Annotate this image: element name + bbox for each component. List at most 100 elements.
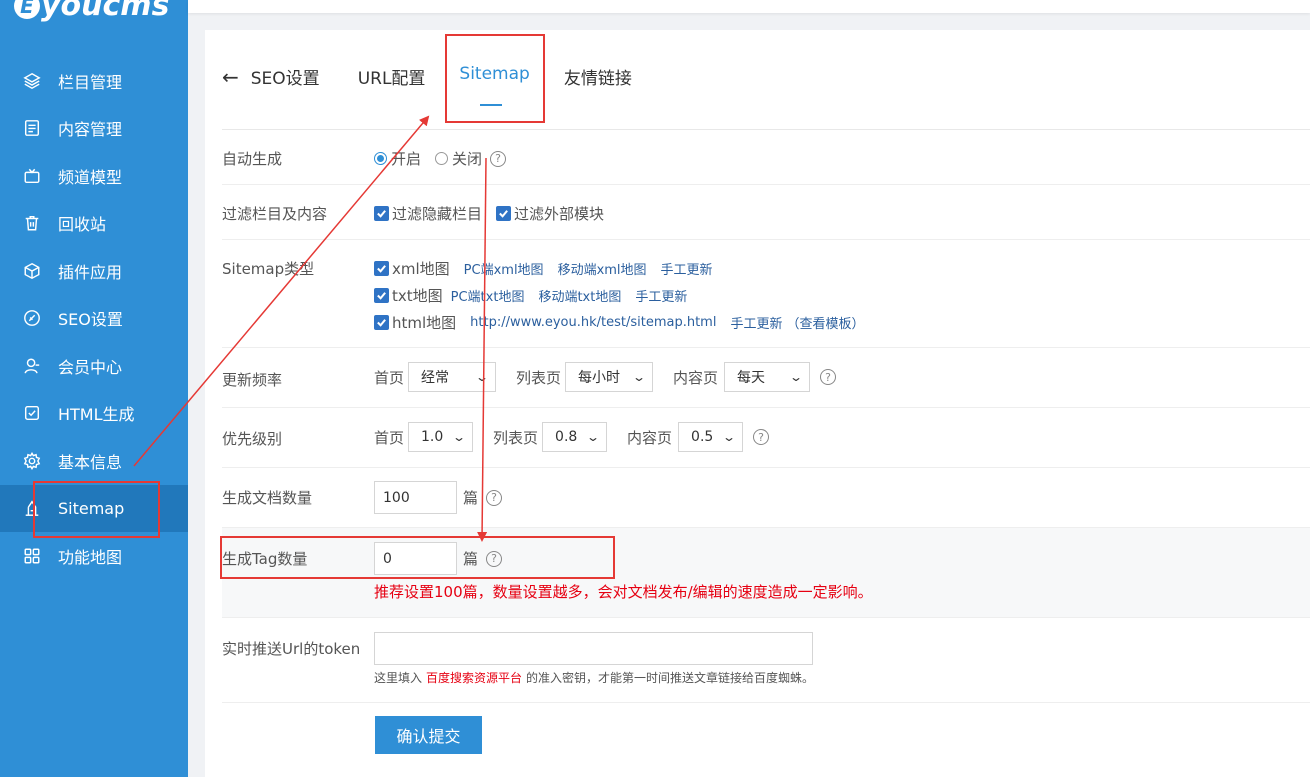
trash-icon <box>22 213 42 233</box>
priority-field: 首页 1.0 ⌄ 列表页 0.8 ⌄ 内容页 0.5 ⌄ ? <box>374 422 770 452</box>
layers-icon <box>22 71 42 91</box>
tab-url-config[interactable]: URL配置 <box>358 64 426 89</box>
link-pc-txt[interactable]: PC端txt地图 <box>451 286 525 305</box>
doc-count-field: 100 篇 ? <box>374 481 503 514</box>
tag-count-input[interactable]: 0 <box>374 542 457 575</box>
chevron-down-icon: ⌄ <box>585 430 601 444</box>
freq-home-label: 首页 <box>374 368 405 387</box>
link-pc-xml[interactable]: PC端xml地图 <box>464 259 544 278</box>
sitemap-xml-field: xml地图 PC端xml地图 移动端xml地图 手工更新 <box>374 258 713 279</box>
tab-sitemap[interactable]: Sitemap <box>459 64 530 106</box>
logo-mark: E <box>14 0 40 19</box>
tab-friend-links[interactable]: 友情链接 <box>564 64 632 89</box>
chevron-down-icon: ⌄ <box>451 430 467 444</box>
tag-count-unit: 篇 <box>463 550 479 568</box>
row-doc-count: 生成文档数量 100 篇 ? <box>222 468 1310 528</box>
prio-home-select[interactable]: 1.0 ⌄ <box>408 422 474 452</box>
freq-list-value: 每小时 <box>578 370 621 386</box>
prio-list-value: 0.8 <box>555 429 578 445</box>
sidebar: Eyoucms 栏目管理 内容管理 频道模型 回收站 插件应用 SEO设置 会员… <box>0 0 188 777</box>
sidebar-item-member[interactable]: 会员中心 <box>0 342 188 390</box>
sidebar-item-channel-model[interactable]: 频道模型 <box>0 152 188 200</box>
link-manual-update-txt[interactable]: 手工更新 <box>635 286 687 305</box>
top-bar <box>188 0 1310 13</box>
checkbox-html[interactable] <box>374 315 389 330</box>
radio-on[interactable] <box>374 152 387 165</box>
help-icon[interactable]: ? <box>486 489 503 506</box>
filter-field: 过滤隐藏栏目 过滤外部模块 <box>374 203 604 224</box>
link-mobile-txt[interactable]: 移动端txt地图 <box>538 286 621 305</box>
sidebar-item-html-generate[interactable]: HTML生成 <box>0 390 188 438</box>
row-sitemap-type: Sitemap类型 xml地图 PC端xml地图 移动端xml地图 手工更新 t… <box>222 240 1310 348</box>
link-manual-update-xml[interactable]: 手工更新 <box>661 259 713 278</box>
sidebar-item-basic-info[interactable]: 基本信息 <box>0 437 188 485</box>
freq-home-select[interactable]: 经常 ⌄ <box>408 362 497 392</box>
sitemap-type-label: Sitemap类型 <box>222 260 315 278</box>
token-field <box>374 632 813 665</box>
check-square-icon <box>22 403 42 423</box>
token-hint-link[interactable]: 百度搜索资源平台 <box>426 669 522 686</box>
prio-home-label: 首页 <box>374 428 405 447</box>
row-frequency: 更新频率 首页 经常 ⌄ 列表页 每小时 ⌄ 内容页 每天 ⌄ ? <box>222 348 1310 408</box>
logo: Eyoucms <box>14 0 169 23</box>
sidebar-item-function-map[interactable]: 功能地图 <box>0 532 188 580</box>
back-button[interactable]: ← SEO设置 <box>222 64 320 90</box>
doc-count-label: 生成文档数量 <box>222 489 313 507</box>
freq-content-select[interactable]: 每天 ⌄ <box>724 362 811 392</box>
sitemap-icon <box>22 498 42 518</box>
freq-list-select[interactable]: 每小时 ⌄ <box>565 362 654 392</box>
sidebar-item-sitemap[interactable]: Sitemap <box>0 484 188 532</box>
link-view-template[interactable]: （查看模板） <box>786 313 864 332</box>
freq-list-label: 列表页 <box>516 368 562 387</box>
token-hint-after: 的准入密钥，才能第一时间推送文章链接给百度蜘蛛。 <box>526 671 815 685</box>
sitemap-html-field: html地图 http://www.eyou.hk/test/sitemap.h… <box>374 312 864 333</box>
checkbox-filter-external[interactable] <box>496 206 512 221</box>
checkbox-xml[interactable] <box>374 261 389 276</box>
sidebar-item-column-manage[interactable]: 栏目管理 <box>0 57 188 105</box>
sidebar-item-label: 栏目管理 <box>58 72 123 92</box>
prio-list-select[interactable]: 0.8 ⌄ <box>542 422 608 452</box>
token-input[interactable] <box>374 632 813 665</box>
tag-count-field: 0 篇 ? <box>374 542 503 575</box>
sidebar-item-recycle-bin[interactable]: 回收站 <box>0 200 188 248</box>
freq-content-label: 内容页 <box>673 368 719 387</box>
sidebar-item-label: SEO设置 <box>58 310 123 330</box>
chevron-down-icon: ⌄ <box>788 370 804 384</box>
token-hint-before: 这里填入 <box>374 671 423 685</box>
link-html-sitemap-url[interactable]: http://www.eyou.hk/test/sitemap.html <box>470 315 716 330</box>
tv-icon <box>22 166 42 186</box>
radio-off-label: 关闭 <box>452 150 483 168</box>
sidebar-item-label: 回收站 <box>58 215 107 235</box>
sidebar-item-plugins[interactable]: 插件应用 <box>0 247 188 295</box>
link-manual-update-html[interactable]: 手工更新 <box>730 313 782 332</box>
seo-icon <box>22 308 42 328</box>
back-arrow-icon: ← <box>222 64 239 89</box>
help-icon[interactable]: ? <box>486 550 503 567</box>
document-icon <box>22 118 42 138</box>
txt-label: txt地图 <box>392 287 443 305</box>
sidebar-item-content-manage[interactable]: 内容管理 <box>0 105 188 153</box>
radio-off[interactable] <box>435 152 449 165</box>
sidebar-item-seo[interactable]: SEO设置 <box>0 295 188 343</box>
back-label: SEO设置 <box>250 69 320 89</box>
submit-button[interactable]: 确认提交 <box>375 716 482 754</box>
prio-content-value: 0.5 <box>691 429 714 445</box>
checkbox-txt[interactable] <box>374 288 389 303</box>
sidebar-item-label: 频道模型 <box>58 167 123 187</box>
gear-icon <box>22 451 42 471</box>
sitemap-txt-field: txt地图 PC端txt地图 移动端txt地图 手工更新 <box>374 285 687 306</box>
row-auto-generate: 自动生成 开启 关闭 ? <box>222 130 1310 185</box>
chevron-down-icon: ⌄ <box>721 430 737 444</box>
doc-count-input[interactable]: 100 <box>374 481 457 514</box>
help-icon[interactable]: ? <box>490 150 507 167</box>
tag-count-label: 生成Tag数量 <box>222 550 308 568</box>
help-icon[interactable]: ? <box>820 369 837 385</box>
row-priority: 优先级别 首页 1.0 ⌄ 列表页 0.8 ⌄ 内容页 0.5 ⌄ ? <box>222 408 1310 468</box>
filter-label: 过滤栏目及内容 <box>222 205 328 223</box>
prio-content-select[interactable]: 0.5 ⌄ <box>678 422 744 452</box>
checkbox-filter-hidden[interactable] <box>374 206 389 221</box>
help-icon[interactable]: ? <box>753 429 770 445</box>
tab-bar: ← SEO设置 URL配置 Sitemap 友情链接 <box>222 58 1310 130</box>
logo-text: youcms <box>41 0 170 23</box>
link-mobile-xml[interactable]: 移动端xml地图 <box>558 259 647 278</box>
